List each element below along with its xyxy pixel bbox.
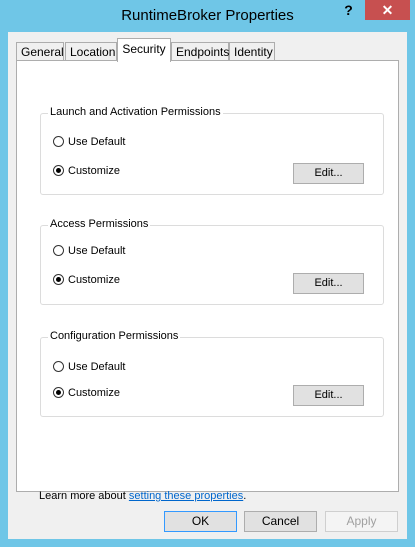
radio-label: Use Default: [68, 136, 126, 148]
use-default-radio[interactable]: Use Default: [53, 243, 125, 259]
radio-label: Customize: [68, 274, 120, 286]
radio-label: Customize: [68, 387, 120, 399]
radio-circle-checked: [53, 164, 64, 176]
title-bar[interactable]: RuntimeBroker Properties ? ✕: [0, 0, 415, 32]
customize-radio[interactable]: Customize: [53, 163, 120, 179]
tab-identity[interactable]: Identity: [229, 42, 275, 60]
customize-radio[interactable]: Customize: [53, 272, 120, 288]
tab-endpoints[interactable]: Endpoints: [171, 42, 229, 60]
learn-more-text: Learn more about setting these propertie…: [39, 490, 246, 502]
learn-more-link[interactable]: setting these properties: [129, 490, 243, 502]
radio-label: Customize: [68, 165, 120, 177]
window-border-right: [407, 32, 415, 547]
use-default-radio[interactable]: Use Default: [53, 359, 125, 375]
edit-button[interactable]: Edit...: [293, 273, 364, 294]
window-border-left: [0, 32, 8, 547]
security-tab-panel: Launch and Activation Permissions Use De…: [16, 60, 399, 502]
group-title: Configuration Permissions: [48, 330, 181, 342]
access-permissions-group: Access Permissions Use Default Customize…: [40, 218, 384, 305]
dialog-window: RuntimeBroker Properties ? ✕ General Loc…: [0, 0, 415, 547]
radio-circle: [53, 360, 64, 372]
use-default-radio[interactable]: Use Default: [53, 134, 125, 150]
edit-button[interactable]: Edit...: [293, 163, 364, 184]
radio-circle-checked: [53, 386, 64, 398]
ok-button[interactable]: OK: [164, 511, 237, 532]
group-title: Access Permissions: [48, 218, 151, 230]
close-icon[interactable]: ✕: [365, 0, 410, 20]
dialog-content: General Location Security Endpoints Iden…: [8, 32, 407, 539]
learn-more-suffix: .: [243, 490, 247, 502]
window-border-bottom: [0, 539, 415, 547]
tab-general[interactable]: General: [16, 42, 64, 60]
tab-location[interactable]: Location: [65, 42, 117, 60]
cancel-button[interactable]: Cancel: [244, 511, 317, 532]
edit-button[interactable]: Edit...: [293, 385, 364, 406]
radio-circle: [53, 135, 64, 147]
radio-label: Use Default: [68, 245, 126, 257]
apply-button[interactable]: Apply: [325, 511, 398, 532]
launch-activation-group: Launch and Activation Permissions Use De…: [40, 106, 384, 195]
help-icon[interactable]: ?: [336, 0, 361, 20]
radio-label: Use Default: [68, 361, 126, 373]
tab-security[interactable]: Security: [117, 38, 171, 62]
group-title: Launch and Activation Permissions: [48, 106, 223, 118]
configuration-permissions-group: Configuration Permissions Use Default Cu…: [40, 330, 384, 417]
customize-radio[interactable]: Customize: [53, 385, 120, 401]
learn-more-prefix: Learn more about: [39, 490, 129, 502]
radio-circle: [53, 244, 64, 256]
radio-circle-checked: [53, 273, 64, 285]
